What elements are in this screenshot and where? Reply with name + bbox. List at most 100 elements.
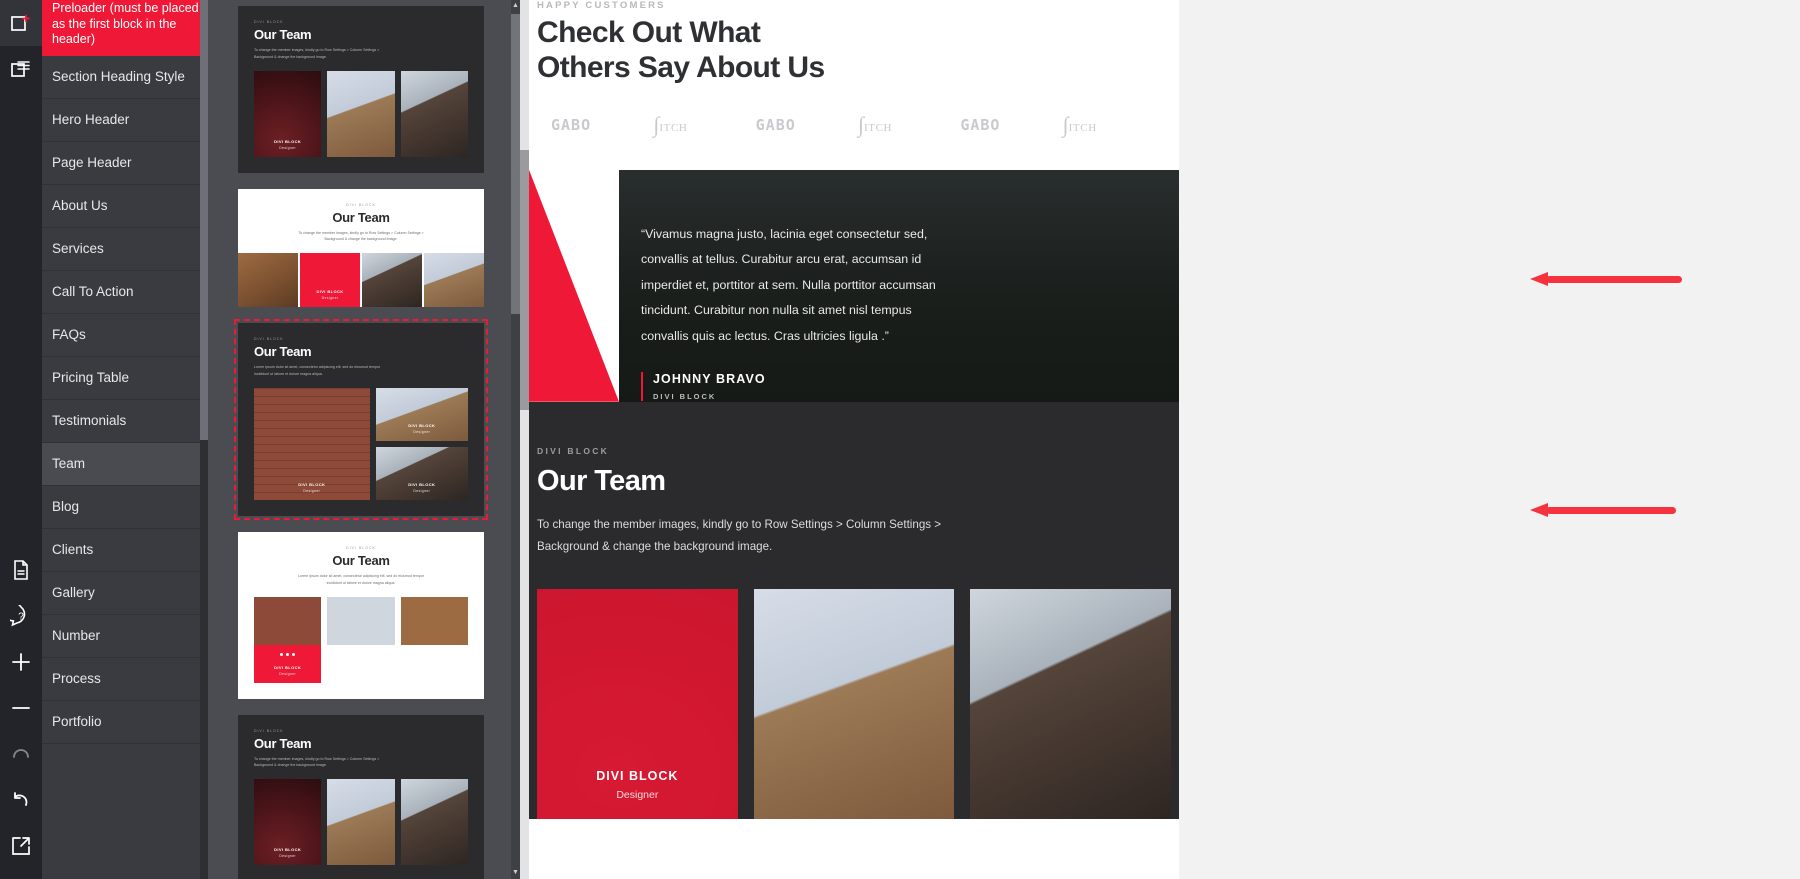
sidebar-notice-label: Preloader (must be placed as the first b…	[52, 1, 199, 47]
sidebar-item-team[interactable]: Team	[42, 443, 208, 486]
sidebar-item-testimonials[interactable]: Testimonials	[42, 400, 208, 443]
thumbnail-card-label: DIVI BLOCK Designer	[254, 665, 321, 676]
thumbnail-card-role: Designer	[279, 854, 297, 859]
gabo-logo-icon: GABO	[755, 115, 796, 134]
sidebar-item-label: Pricing Table	[52, 369, 130, 385]
testimonial-section: “Vivamus magna justo, lacinia eget conse…	[529, 169, 1179, 402]
sidebar-item-call-to-action[interactable]: Call To Action	[42, 271, 208, 314]
sidebar-item-clients[interactable]: Clients	[42, 529, 208, 572]
sidebar-notice-preloader[interactable]: Preloader (must be placed as the first b…	[42, 0, 208, 56]
sidebar-item-label: Section Heading Style	[52, 68, 185, 84]
team-member-grid: DIVI BLOCK Designer	[529, 588, 1179, 819]
gabo-logo-icon: GABO	[551, 115, 592, 134]
sidebar-scrollbar-thumb[interactable]	[200, 0, 208, 440]
thumbnail-image-cell	[400, 779, 468, 866]
thumbnails-scrollbar-thumb[interactable]	[511, 14, 520, 314]
canvas-scrollbar[interactable]	[520, 0, 529, 879]
canvas-scrollbar-thumb[interactable]	[520, 150, 529, 410]
thumbnail-image-cell: DIVI BLOCK Designer	[254, 779, 322, 866]
sidebar-item-blog[interactable]: Blog	[42, 486, 208, 529]
sidebar-item-process[interactable]: Process	[42, 658, 208, 701]
thumbnail-eyebrow: DIVI BLOCK	[254, 728, 284, 733]
thumbnail-title: Our Team	[332, 552, 390, 568]
sidebar-item-section-heading-style[interactable]: Section Heading Style	[42, 56, 208, 99]
scroll-up-arrow-icon[interactable]: ▲	[511, 0, 520, 12]
sidebar-item-portfolio[interactable]: Portfolio	[42, 701, 208, 744]
external-link-icon[interactable]	[0, 823, 42, 869]
thumbnail-header: DIVI BLOCK Our Team To change the member i…	[238, 6, 484, 71]
document-icon[interactable]	[0, 547, 42, 593]
layout-thumbnail-5[interactable]: DIVI BLOCK Our Team To change the member i…	[238, 714, 484, 879]
layout-thumbnail-2[interactable]: DIVI BLOCK Our Team To change the member i…	[238, 188, 484, 308]
layout-thumbnail-3[interactable]: DIVI BLOCK Our Team Lorem ipsum dolor sit …	[234, 319, 488, 520]
pitch-logo-label: ITCH	[1068, 121, 1097, 134]
thumbnail-image-cell: DIVI BLOCK Designer	[375, 387, 468, 441]
thumbnail-card-label: DIVI BLOCK Designer	[254, 847, 321, 858]
thumbnail-eyebrow: DIVI BLOCK	[254, 20, 284, 24]
scroll-down-arrow-icon[interactable]: ▼	[511, 867, 520, 879]
layout-thumbnail-1[interactable]: DIVI BLOCK Our Team To change the member i…	[238, 6, 484, 173]
thumbnail-card-label: DIVI BLOCK Designer	[327, 665, 394, 676]
undo-icon[interactable]	[0, 777, 42, 823]
zoom-out-icon[interactable]	[0, 685, 42, 731]
thumbnail-image-cell	[327, 779, 395, 866]
sidebar-item-number[interactable]: Number	[42, 615, 208, 658]
annotation-arrow-top	[1529, 272, 1682, 286]
thumbnails-scrollbar[interactable]: ▲ ▼	[511, 0, 520, 879]
thumbnail-header: DIVI BLOCK Our Team Lorem ipsum dolor sit …	[238, 323, 484, 388]
thumbnail-image-cell: DIVI BLOCK Designer	[400, 596, 468, 683]
thumbnail-image-cell: DIVI BLOCK Designer	[254, 70, 322, 157]
sidebar-scrollbar[interactable]	[200, 0, 208, 879]
zoom-in-icon[interactable]	[0, 639, 42, 685]
thumbnail-header: DIVI BLOCK Our Team To change the member i…	[238, 715, 484, 780]
thumbnail-card-name: DIVI BLOCK	[420, 664, 448, 670]
thumbnail-card-role: Designer	[279, 145, 297, 150]
thumbnail-image-cell: DIVI BLOCK Designer	[254, 596, 322, 683]
icon-rail: ?	[0, 0, 42, 879]
team-member-card-3[interactable]	[970, 588, 1172, 819]
thumbnail-card-role: Designer	[413, 429, 431, 434]
annotation-area	[1489, 0, 1800, 879]
layout-thumbnail-4[interactable]: DIVI BLOCK Our Team Lorem ipsum dolor sit …	[238, 531, 484, 699]
sidebar-item-label: Clients	[52, 541, 94, 557]
sidebar-item-label: Blog	[52, 498, 80, 514]
layers-icon[interactable]	[0, 46, 42, 92]
sidebar-item-label: Services	[52, 240, 104, 256]
add-block-icon[interactable]	[0, 0, 42, 46]
redo-icon[interactable]	[0, 731, 42, 777]
team-section: DIVI BLOCK Our Team To change the member…	[529, 401, 1179, 819]
thumbnail-description-2: incididunt ut labore et dolore magna ali…	[254, 372, 323, 377]
sidebar-item-pricing-table[interactable]: Pricing Table	[42, 357, 208, 400]
thumbnail-card-label: DIVI BLOCK Designer	[254, 139, 321, 150]
sidebar-item-hero-header[interactable]: Hero Header	[42, 99, 208, 142]
thumbnail-image-cell: DIVI BLOCK Designer	[300, 253, 360, 308]
thumbnail-description-2: Background & change the background image…	[254, 54, 327, 59]
pitch-logo-icon: ∫ ITCH	[1063, 114, 1165, 136]
sidebar-item-services[interactable]: Services	[42, 228, 208, 271]
help-icon[interactable]: ?	[0, 593, 42, 639]
team-member-role: Designer	[616, 788, 659, 801]
layout-thumbnail-list: DIVI BLOCK Our Team To change the member i…	[208, 0, 520, 879]
thumbnail-header: DIVI BLOCK Our Team To change the member i…	[238, 189, 484, 254]
client-logo-row: GABO ∫ ITCH GABO ∫ ITCH GABO ∫ ITCH	[529, 86, 1179, 136]
thumbnail-card-role: Designer	[352, 671, 370, 676]
thumbnail-card-name: DIVI BLOCK	[347, 664, 375, 670]
client-logo-pitch-4: ∫ ITCH	[858, 114, 960, 136]
preview-page: HAPPY CUSTOMERS Check Out What Others Sa…	[529, 0, 1179, 879]
sidebar-item-about-us[interactable]: About Us	[42, 185, 208, 228]
team-title: Our Team	[537, 464, 666, 497]
client-logo-pitch-6: ∫ ITCH	[1063, 114, 1165, 136]
gabo-logo-icon: GABO	[960, 115, 1001, 134]
page-title: Check Out What Others Say About Us	[529, 15, 1179, 86]
thumbnail-image-cell: DIVI BLOCK Designer	[327, 596, 395, 683]
pitch-logo-icon: ∫ ITCH	[858, 114, 960, 136]
sidebar-item-faqs[interactable]: FAQs	[42, 314, 208, 357]
team-member-card-2[interactable]	[753, 588, 955, 819]
sidebar-item-page-header[interactable]: Page Header	[42, 142, 208, 185]
thumbnail-title: Our Team	[254, 735, 312, 751]
team-member-card-1[interactable]: DIVI BLOCK Designer	[537, 588, 738, 819]
thumbnail-description-2: Background & change the background image…	[324, 237, 398, 242]
sidebar-item-gallery[interactable]: Gallery	[42, 572, 208, 615]
thumbnail-card-label: DIVI BLOCK Designer	[300, 289, 360, 300]
pitch-logo-label: ITCH	[659, 121, 688, 134]
